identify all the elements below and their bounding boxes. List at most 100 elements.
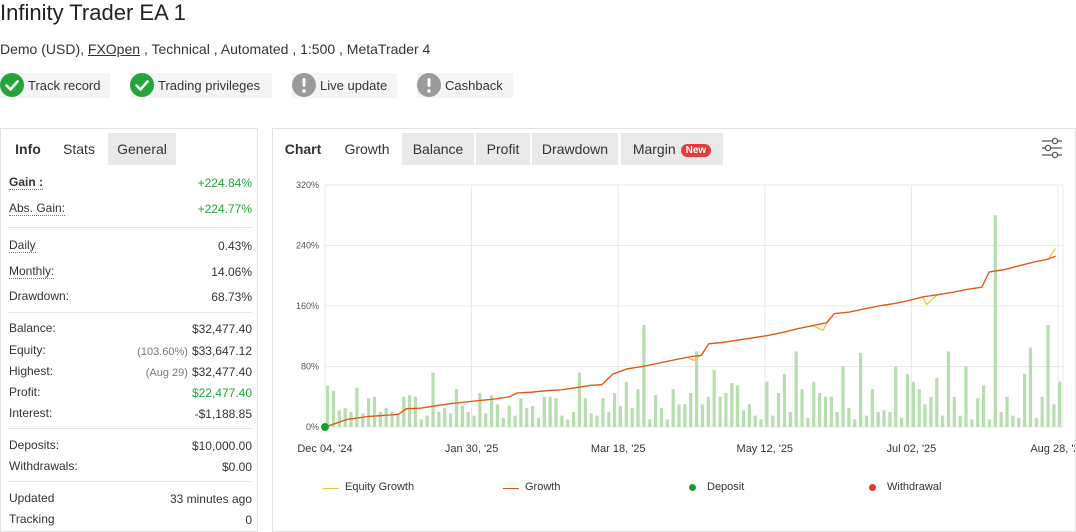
profit-bar xyxy=(976,398,980,427)
stat-label: Updated xyxy=(9,491,55,505)
badge-cashback[interactable]: Cashback xyxy=(417,73,513,98)
x-tick-label: May 12, '25 xyxy=(737,443,794,455)
profit-bar xyxy=(413,396,418,427)
profit-bar xyxy=(443,408,447,427)
stat-label: Withdrawals: xyxy=(9,459,78,473)
tab-general[interactable]: General xyxy=(108,133,176,165)
profit-bar xyxy=(495,404,500,427)
deposit-dot-swatch xyxy=(689,484,696,491)
profit-bar xyxy=(572,411,576,427)
profit-bar xyxy=(689,392,693,427)
tab-drawdown[interactable]: Drawdown xyxy=(532,133,618,165)
badge-track-record[interactable]: Track record xyxy=(0,73,110,98)
profit-bar xyxy=(923,404,927,427)
badge-live-update[interactable]: Live update xyxy=(292,73,397,98)
profit-bar xyxy=(560,415,564,427)
divider xyxy=(8,227,252,228)
stat-value: 0.43% xyxy=(217,239,252,253)
stat-label[interactable]: Abs. Gain: xyxy=(9,201,66,216)
profit-bar xyxy=(554,398,558,427)
x-tick-label: Dec 04, '24 xyxy=(297,443,352,455)
profit-bar xyxy=(431,372,435,427)
profit-bar xyxy=(437,411,441,427)
stat-value: 0 xyxy=(245,513,252,527)
profit-bar xyxy=(361,413,365,427)
divider xyxy=(8,428,252,429)
tab-growth[interactable]: Growth xyxy=(334,133,400,165)
profit-bar xyxy=(331,390,336,427)
stat-label: Deposits: xyxy=(9,438,60,452)
profit-bar xyxy=(665,419,669,427)
stat-label[interactable]: Gain : xyxy=(9,175,44,190)
profit-bar xyxy=(542,396,546,427)
chart-settings-icon[interactable] xyxy=(1041,137,1063,159)
stat-value: $22,477.40 xyxy=(191,386,252,400)
profit-bar xyxy=(730,383,734,427)
profit-bar xyxy=(548,396,552,427)
stat-value: $0.00 xyxy=(221,460,252,474)
profit-bar xyxy=(536,417,541,427)
profit-bar xyxy=(618,405,623,427)
profit-bar xyxy=(753,415,757,427)
legend-label: Equity Growth xyxy=(345,481,415,493)
profit-bar xyxy=(624,381,628,427)
profit-bar xyxy=(677,404,681,427)
stat-value: 14.06% xyxy=(211,265,252,279)
profit-bar xyxy=(894,366,898,427)
x-tick-label: Jan 30, '25 xyxy=(445,443,498,455)
profit-bar xyxy=(460,405,464,427)
tab-chart[interactable]: Chart xyxy=(279,133,327,165)
tab-balance[interactable]: Balance xyxy=(402,133,474,165)
profit-bar xyxy=(367,398,371,427)
profit-bar xyxy=(736,385,740,427)
profit-bar xyxy=(507,405,511,427)
profit-bar xyxy=(952,396,956,427)
profit-bar xyxy=(384,408,388,427)
profit-bar xyxy=(741,410,746,427)
stat-label: Equity: xyxy=(9,343,46,357)
badge-trading-privileges[interactable]: Trading privileges xyxy=(130,73,272,98)
profit-bar xyxy=(747,404,751,427)
stat-label[interactable]: Daily xyxy=(9,238,36,253)
divider xyxy=(8,481,252,482)
growth-chart[interactable]: 0% 80% 160% 240% 320% Dec 04, '24 Jan 30, '25… xyxy=(273,165,1075,477)
y-tick-label: 160% xyxy=(296,301,319,311)
stat-value: (Aug 29) $32,477.40 xyxy=(146,365,252,379)
stat-withdrawals: Withdrawals: $0.00 xyxy=(8,457,252,477)
profit-bar xyxy=(372,396,377,427)
stat-interest: Interest: -$1,188.85 xyxy=(8,404,252,424)
stat-label: Tracking xyxy=(9,512,55,526)
profit-bar xyxy=(982,385,986,427)
equity-percent: (103.60%) xyxy=(137,346,188,358)
profit-bars xyxy=(326,215,1062,427)
profit-bar xyxy=(583,398,587,427)
profit-bar xyxy=(378,411,382,427)
profit-bar xyxy=(1052,404,1056,427)
growth-line-swatch xyxy=(503,488,519,489)
profit-bar xyxy=(835,411,839,427)
profit-bar xyxy=(777,392,781,427)
tab-profit[interactable]: Profit xyxy=(476,133,530,165)
profit-bar xyxy=(882,410,886,427)
profit-bar xyxy=(343,408,347,427)
tab-info[interactable]: Info xyxy=(7,133,49,165)
equity-line-swatch xyxy=(323,488,339,489)
tab-margin[interactable]: Margin New xyxy=(621,133,723,165)
profit-bar xyxy=(595,415,599,427)
stat-monthly: Monthly: 14.06% xyxy=(8,262,252,282)
profit-bar xyxy=(466,411,470,427)
profit-bar xyxy=(501,417,505,427)
profit-bar xyxy=(706,396,710,427)
profit-bar xyxy=(337,410,341,427)
broker-link[interactable]: FXOpen xyxy=(88,41,140,57)
profit-bar xyxy=(724,392,728,427)
stat-profit: Profit: $22,477.40 xyxy=(8,383,252,403)
tab-stats[interactable]: Stats xyxy=(51,133,107,165)
profit-bar xyxy=(841,366,845,427)
stat-label[interactable]: Monthly: xyxy=(9,264,55,279)
account-subtitle: Demo (USD), FXOpen , Technical , Automat… xyxy=(0,41,430,57)
profit-bar xyxy=(970,419,974,427)
chart-panel: Chart Growth Balance Profit Drawdown Mar… xyxy=(272,128,1076,532)
stat-value: +224.77% xyxy=(197,202,252,216)
profit-bar xyxy=(987,419,992,427)
